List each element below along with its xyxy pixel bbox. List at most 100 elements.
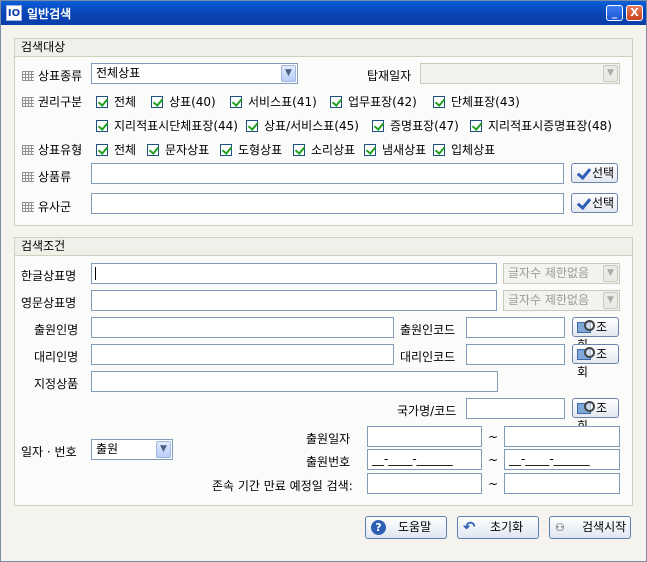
start-search-button[interactable]: ⚇ 검색시작 [549,516,631,539]
app-date-from-input[interactable] [367,426,482,447]
checkbox[interactable] [147,144,159,156]
similar-group-input[interactable] [91,193,564,214]
agent-code-input[interactable] [466,344,565,365]
right-class-option[interactable]: 전체 [96,93,136,110]
search-icon [577,347,595,360]
range-tilde: ~ [488,430,499,444]
check-icon [576,197,590,209]
mark-kind-option[interactable]: 냄새상표 [364,141,426,158]
checkbox[interactable] [293,144,305,156]
binoculars-icon: ⚇ [555,521,565,534]
applicant-code-label: 출원인코드 [400,323,456,337]
window-title: 일반검색 [27,7,72,21]
designated-goods-input[interactable] [91,371,498,392]
chevron-down-icon[interactable]: ▼ [156,441,171,458]
reset-button[interactable]: ↶ 초기화 [457,516,539,539]
right-class-label: 권리구분 [22,93,82,110]
checkbox[interactable] [96,120,108,132]
checkbox[interactable] [246,120,258,132]
right-class-option[interactable]: 서비스표(41) [230,93,317,110]
mark-type-label: 상표종류 [22,67,82,84]
mark-kind-option[interactable]: 문자상표 [147,141,209,158]
checkbox[interactable] [96,96,108,108]
right-class-option[interactable]: 지리적표시단체표장(44) [96,117,238,134]
eng-name-label: 영문상표명 [21,296,77,310]
grid-icon [22,202,34,212]
app-date-to-input[interactable] [504,426,620,447]
applicant-label: 출원인명 [34,323,79,337]
expiry-label: 존속 기간 만료 예정일 검색: [212,479,353,493]
eng-name-limit-select[interactable]: 글자수 제한없음 ▼ [503,290,620,311]
chevron-down-icon[interactable]: ▼ [603,65,618,82]
designated-goods-label: 지정상품 [34,377,79,391]
date-number-select[interactable]: 출원 ▼ [91,439,173,460]
right-class-option[interactable]: 상표(40) [151,93,216,110]
minimize-button[interactable]: _ [606,5,623,21]
goods-class-input[interactable] [91,163,564,184]
goods-class-select-button[interactable]: 선택 [571,163,618,183]
app-no-to-input[interactable]: __-____-______ [504,449,620,470]
applicant-input[interactable] [91,317,394,338]
agent-lookup-button[interactable]: 조회 [572,344,619,379]
kor-name-limit-select[interactable]: 글자수 제한없음 ▼ [503,263,620,284]
mark-kind-option[interactable]: 입체상표 [433,141,495,158]
app-no-label: 출원번호 [306,455,351,469]
kor-name-input[interactable] [91,263,497,284]
pub-date-label: 탑재일자 [367,69,412,83]
help-button[interactable]: ? 도움말 [365,516,447,539]
similar-group-label: 유사군 [22,198,71,215]
similar-group-select-button[interactable]: 선택 [571,193,618,213]
date-number-label: 일자 · 번호 [21,445,77,459]
kor-name-label: 한글상표명 [21,269,77,283]
checkbox[interactable] [470,120,482,132]
help-icon: ? [371,520,386,535]
grid-icon [22,97,34,107]
search-icon [577,401,595,414]
applicant-code-input[interactable] [466,317,565,338]
mark-kind-option[interactable]: 전체 [96,141,136,158]
checkbox[interactable] [96,144,108,156]
right-class-option[interactable]: 지리적표시증명표장(48) [470,117,612,134]
checkbox[interactable] [433,144,445,156]
grid-icon [22,71,34,81]
agent-input[interactable] [91,344,394,365]
expiry-to-input[interactable] [504,473,620,494]
app-no-from-input[interactable]: __-____-______ [367,449,482,470]
right-class-option[interactable]: 상표/서비스표(45) [246,117,359,134]
country-lookup-button[interactable]: 조회 [572,398,619,433]
search-icon [577,320,595,333]
right-class-option[interactable]: 업무표장(42) [330,93,417,110]
right-class-option[interactable]: 단체표장(43) [433,93,520,110]
grid-icon [22,172,34,182]
right-class-option[interactable]: 증명표장(47) [372,117,459,134]
search-conditions-header: 검색조건 [15,238,632,256]
chevron-down-icon[interactable]: ▼ [603,292,618,309]
checkbox[interactable] [330,96,342,108]
agent-code-label: 대리인코드 [400,350,456,364]
title-bar[interactable]: IO 일반검색 _ X [1,1,646,25]
country-input[interactable] [466,398,565,419]
checkbox[interactable] [433,96,445,108]
country-label: 국가명/코드 [397,404,457,418]
check-icon [576,167,590,179]
mark-kind-option[interactable]: 도형상표 [220,141,282,158]
checkbox[interactable] [230,96,242,108]
app-date-label: 출원일자 [306,432,351,446]
checkbox[interactable] [364,144,376,156]
eng-name-input[interactable] [91,290,497,311]
checkbox[interactable] [220,144,232,156]
chevron-down-icon[interactable]: ▼ [281,65,296,82]
goods-class-label: 상품류 [22,168,71,185]
chevron-down-icon[interactable]: ▼ [603,265,618,282]
close-button[interactable]: X [626,5,643,21]
applicant-lookup-button[interactable]: 조회 [572,317,619,352]
grid-icon [22,145,34,155]
expiry-from-input[interactable] [367,473,482,494]
pub-date-select[interactable]: ▼ [420,63,620,84]
mark-type-select[interactable]: 전체상표 ▼ [91,63,298,84]
checkbox[interactable] [151,96,163,108]
checkbox[interactable] [372,120,384,132]
range-tilde: ~ [488,453,499,467]
undo-icon: ↶ [463,518,476,536]
mark-kind-option[interactable]: 소리상표 [293,141,355,158]
